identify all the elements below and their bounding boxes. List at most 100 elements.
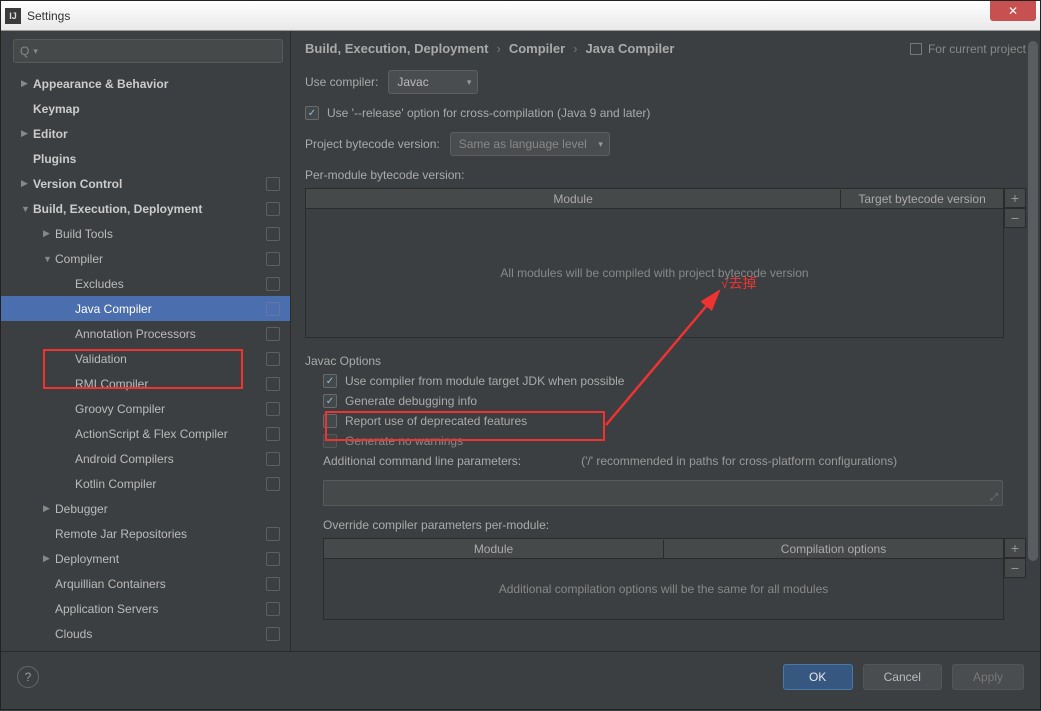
breadcrumb: Build, Execution, Deployment › Compiler … (305, 41, 1026, 56)
cmdline-label: Additional command line parameters: (323, 454, 521, 468)
tree-item-groovy-compiler[interactable]: Groovy Compiler (1, 396, 290, 421)
tree-item-build-execution-deployment[interactable]: ▼Build, Execution, Deployment (1, 196, 290, 221)
opt-no-warnings-checkbox[interactable] (323, 434, 337, 448)
project-scope-icon (266, 352, 280, 366)
tree-item-deployment[interactable]: ▶Deployment (1, 546, 290, 571)
project-scope-icon (266, 227, 280, 241)
tree-item-label: Groovy Compiler (75, 402, 266, 416)
tree-item-java-compiler[interactable]: Java Compiler (1, 296, 290, 321)
override-table[interactable]: Module Compilation options Additional co… (323, 538, 1004, 620)
tree-item-label: Compiler (55, 252, 266, 266)
tree-item-actionscript-flex-compiler[interactable]: ActionScript & Flex Compiler (1, 421, 290, 446)
project-scope-icon (266, 277, 280, 291)
tree-item-label: Excludes (75, 277, 266, 291)
use-compiler-label: Use compiler: (305, 75, 378, 89)
cmdline-input[interactable]: ⤢ (323, 480, 1003, 506)
tree-item-label: Appearance & Behavior (33, 77, 290, 91)
remove-row-button[interactable]: − (1004, 208, 1026, 228)
tree-arrow-icon: ▼ (21, 204, 33, 214)
tree-item-label: Editor (33, 127, 290, 141)
tree-item-label: Annotation Processors (75, 327, 266, 341)
tree-item-compiler[interactable]: ▼Compiler (1, 246, 290, 271)
project-scope-icon (266, 427, 280, 441)
project-scope-icon (266, 477, 280, 491)
tree-item-excludes[interactable]: Excludes (1, 271, 290, 296)
dialog-footer: ? OK Cancel Apply (1, 651, 1040, 701)
tree-arrow-icon: ▼ (43, 254, 55, 264)
scope-indicator: For current project (910, 42, 1026, 56)
tree-item-keymap[interactable]: Keymap (1, 96, 290, 121)
breadcrumb-1: Build, Execution, Deployment (305, 41, 488, 56)
add-row-button[interactable]: + (1004, 188, 1026, 208)
project-icon (910, 43, 922, 55)
use-compiler-combo[interactable]: Javac (388, 70, 478, 94)
tree-arrow-icon: ▶ (21, 178, 33, 189)
help-button[interactable]: ? (17, 666, 39, 688)
opt-deprecated-checkbox[interactable] (323, 414, 337, 428)
project-scope-icon (266, 577, 280, 591)
tree-item-label: Version Control (33, 177, 266, 191)
breadcrumb-3: Java Compiler (586, 41, 675, 56)
settings-tree[interactable]: ▶Appearance & BehaviorKeymap▶EditorPlugi… (1, 71, 290, 651)
opt-target-jdk-label: Use compiler from module target JDK when… (345, 374, 624, 388)
tree-arrow-icon: ▶ (43, 503, 55, 514)
tree-item-label: ActionScript & Flex Compiler (75, 427, 266, 441)
bytecode-version-label: Project bytecode version: (305, 137, 440, 151)
project-scope-icon (266, 377, 280, 391)
add-row-button-2[interactable]: + (1004, 538, 1026, 558)
tree-item-clouds[interactable]: Clouds (1, 621, 290, 646)
search-icon: Q (20, 44, 29, 58)
tree-item-plugins[interactable]: Plugins (1, 146, 290, 171)
tree-item-editor[interactable]: ▶Editor (1, 121, 290, 146)
tree-item-label: Java Compiler (75, 302, 266, 316)
tree-arrow-icon: ▶ (43, 553, 55, 564)
bytecode-version-combo[interactable]: Same as language level (450, 132, 610, 156)
tree-item-arquillian-containers[interactable]: Arquillian Containers (1, 571, 290, 596)
opt-debug-info-checkbox[interactable] (323, 394, 337, 408)
tree-item-label: Validation (75, 352, 266, 366)
tree-item-label: Build Tools (55, 227, 266, 241)
project-scope-icon (266, 252, 280, 266)
expand-icon[interactable]: ⤢ (990, 492, 998, 503)
project-scope-icon (266, 452, 280, 466)
tree-item-remote-jar-repositories[interactable]: Remote Jar Repositories (1, 521, 290, 546)
titlebar: IJ Settings ✕ (1, 1, 1040, 31)
chevron-right-icon: › (573, 41, 577, 56)
cancel-button[interactable]: Cancel (863, 664, 942, 690)
tree-item-version-control[interactable]: ▶Version Control (1, 171, 290, 196)
tree-item-appearance-behavior[interactable]: ▶Appearance & Behavior (1, 71, 290, 96)
opt-target-jdk-checkbox[interactable] (323, 374, 337, 388)
project-scope-icon (266, 177, 280, 191)
col-comp-options: Compilation options (664, 540, 1003, 558)
tree-item-annotation-processors[interactable]: Annotation Processors (1, 321, 290, 346)
project-scope-icon (266, 527, 280, 541)
content-panel: Build, Execution, Deployment › Compiler … (291, 31, 1040, 651)
opt-no-warnings-label: Generate no warnings (345, 434, 463, 448)
tree-item-debugger[interactable]: ▶Debugger (1, 496, 290, 521)
ok-button[interactable]: OK (783, 664, 853, 690)
sidebar: Q▾ ▶Appearance & BehaviorKeymap▶EditorPl… (1, 31, 291, 651)
per-module-label: Per-module bytecode version: (305, 168, 1026, 182)
tree-arrow-icon: ▶ (21, 78, 33, 89)
per-module-table[interactable]: Module Target bytecode version All modul… (305, 188, 1004, 338)
tree-item-android-compilers[interactable]: Android Compilers (1, 446, 290, 471)
cmdline-hint: ('/' recommended in paths for cross-plat… (581, 454, 897, 468)
release-option-checkbox[interactable] (305, 106, 319, 120)
app-icon: IJ (5, 8, 21, 24)
tree-item-rmi-compiler[interactable]: RMI Compiler (1, 371, 290, 396)
tree-item-label: Build, Execution, Deployment (33, 202, 266, 216)
tree-item-label: Android Compilers (75, 452, 266, 466)
project-scope-icon (266, 202, 280, 216)
project-scope-icon (266, 627, 280, 641)
tree-item-build-tools[interactable]: ▶Build Tools (1, 221, 290, 246)
tree-item-application-servers[interactable]: Application Servers (1, 596, 290, 621)
tree-item-kotlin-compiler[interactable]: Kotlin Compiler (1, 471, 290, 496)
apply-button[interactable]: Apply (952, 664, 1024, 690)
tree-item-label: Keymap (33, 102, 290, 116)
tree-item-validation[interactable]: Validation (1, 346, 290, 371)
col-module: Module (306, 190, 841, 208)
search-input[interactable]: Q▾ (13, 39, 283, 63)
close-button[interactable]: ✕ (990, 1, 1036, 21)
remove-row-button-2[interactable]: − (1004, 558, 1026, 578)
main-area: Q▾ ▶Appearance & BehaviorKeymap▶EditorPl… (1, 31, 1040, 651)
